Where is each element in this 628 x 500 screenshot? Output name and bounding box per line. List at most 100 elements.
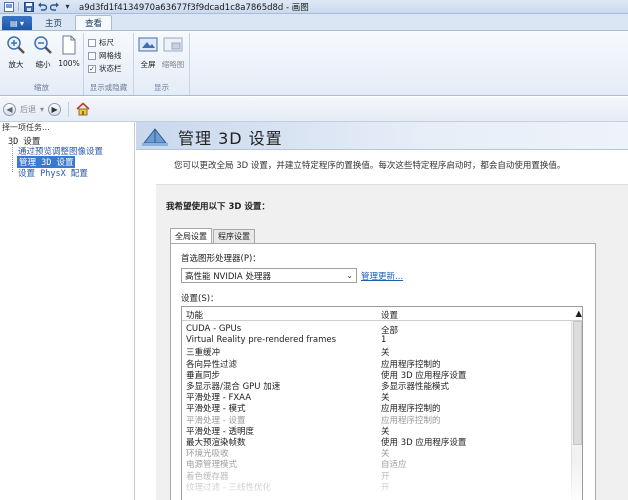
table-row[interactable]: 垂直同步 使用 3D 应用程序设置 (182, 369, 572, 381)
tab-global-settings[interactable]: 全局设置 (170, 228, 212, 243)
home-icon[interactable] (76, 102, 90, 116)
setting-cell: 应用程序控制的 (381, 359, 441, 370)
feature-cell: Virtual Reality pre-rendered frames (186, 335, 337, 346)
feature-cell: 平滑处理 - 透明度 (186, 426, 254, 437)
tab-program-settings[interactable]: 程序设置 (213, 229, 255, 243)
list-header: 功能 设置 ▲ (182, 307, 582, 321)
global-settings-page: 首选图形处理器(P)： 高性能 NVIDIA 处理器 ⌄ 管理更新... 设置(… (170, 243, 596, 500)
separator (68, 101, 70, 117)
setting-cell: 应用程序控制的 (381, 415, 441, 426)
page-icon (59, 35, 79, 55)
file-menu-button[interactable]: ▤ ▾ (2, 16, 32, 30)
settings-label: 设置(S)： (181, 294, 219, 304)
undo-icon[interactable] (36, 1, 47, 12)
ruler-checkbox-box (88, 38, 96, 47)
window-title: a9d3fd1f4134970a63677f3f9dcad1c8a7865d8d… (79, 2, 309, 13)
scrollbar-thumb[interactable] (573, 321, 582, 445)
feature-cell: 平滑处理 - FXAA (186, 393, 252, 404)
app-menu-icon[interactable] (3, 1, 14, 12)
zoom-out-icon (33, 35, 53, 55)
title-bar: ▾ a9d3fd1f4134970a63677f3f9dcad1c8a7865d… (0, 0, 628, 14)
table-row[interactable]: 平滑处理 - 设置 应用程序控制的 (182, 414, 572, 426)
task-header: 择一项任务... (2, 123, 50, 132)
settings-tabs: 全局设置 程序设置 (170, 228, 256, 243)
zoom-in-button[interactable]: 放大 (4, 35, 28, 70)
feature-cell: 平滑处理 - 模式 (186, 404, 246, 415)
customize-dropdown-icon[interactable]: ▾ (62, 1, 73, 12)
display-group: 全屏 缩略图 显示 (134, 33, 190, 95)
table-row[interactable]: CUDA - GPUs 全部 (182, 324, 572, 336)
zoom-in-label: 放大 (8, 60, 24, 69)
forward-icon[interactable]: ▶ (48, 102, 62, 116)
setting-cell: 使用 3D 应用程序设置 (381, 370, 467, 381)
feature-cell: 着色缓存器 (186, 471, 229, 482)
save-icon[interactable] (23, 1, 34, 12)
navigation-bar: ◀ 后退 ▾ ▶ (0, 97, 628, 122)
table-row[interactable]: 平滑处理 - 模式 应用程序控制的 (182, 402, 572, 415)
setting-cell: 关 (381, 426, 390, 437)
fullscreen-button[interactable]: 全屏 (136, 35, 160, 70)
table-row[interactable]: 最大预渲染帧数 使用 3D 应用程序设置 (182, 436, 572, 448)
ribbon-tab-bar: ▤ ▾ 主页 查看 (0, 14, 628, 30)
tree-connector (12, 144, 13, 172)
tab-home[interactable]: 主页 (36, 15, 71, 30)
processor-label: 首选图形处理器(P)： (181, 254, 261, 264)
thumbnail-button[interactable]: 缩略图 (161, 35, 185, 70)
page-title: 管理 3D 设置 (178, 129, 283, 148)
zoom-group: 放大 缩小 100% 缩放 (0, 33, 84, 95)
fullscreen-icon (138, 35, 158, 55)
feature-cell: 多显示器/混合 GPU 加速 (186, 382, 281, 392)
zoom-group-label: 缩放 (34, 83, 49, 92)
scroll-up-icon[interactable]: ▲ (575, 309, 582, 319)
table-row[interactable]: Virtual Reality pre-rendered frames 1 (182, 335, 572, 346)
redo-icon[interactable] (49, 1, 60, 12)
table-row[interactable]: 纹理过滤 - 三线性优化 开 (182, 481, 572, 493)
column-feature: 功能 (186, 311, 204, 321)
back-icon[interactable]: ◀ (3, 102, 16, 116)
table-row[interactable]: 多显示器/混合 GPU 加速 多显示器性能模式 (182, 380, 572, 392)
zoom-100-button[interactable]: 100% (57, 35, 81, 68)
show-hide-group: 标尺 网格线 ✓ 状态栏 显示或隐藏 (84, 33, 134, 95)
feature-cell: 垂直同步 (186, 370, 221, 381)
feature-cell: 纹理过滤 - 三线性优化 (186, 482, 271, 493)
gridlines-label: 网格线 (99, 51, 122, 60)
sidebar-item-physx[interactable]: 设置 PhysX 配置 (18, 167, 88, 179)
feature-cell: 电源管理模式 (186, 460, 238, 471)
thumbnail-icon (163, 35, 183, 55)
scrollbar[interactable] (571, 321, 582, 500)
feature-cell: 三重缓冲 (186, 348, 221, 359)
processor-select-value: 高性能 NVIDIA 处理器 (185, 271, 271, 282)
setting-cell: 应用程序控制的 (381, 404, 441, 415)
table-row[interactable]: 环境光吸收 关 (182, 447, 572, 460)
thumbnail-label: 缩略图 (161, 60, 185, 69)
table-row[interactable]: 平滑处理 - FXAA 关 (182, 391, 572, 404)
gridlines-checkbox[interactable]: 网格线 (88, 50, 122, 61)
back-dropdown-icon[interactable]: ▾ (40, 105, 44, 114)
ruler-checkbox[interactable]: 标尺 (88, 37, 114, 48)
settings-list[interactable]: 功能 设置 ▲ CUDA - GPUs 全部 Virtual Reality pre… (181, 306, 583, 500)
chevron-down-icon: ⌄ (346, 271, 353, 280)
back-label[interactable]: 后退 (20, 104, 36, 115)
feature-cell: 平滑处理 - 设置 (186, 415, 246, 426)
main-content: 管理 3D 设置 您可以更改全局 3D 设置，并建立特定程序的置换值。每次这些特… (136, 122, 628, 500)
table-row[interactable]: 各向异性过滤 应用程序控制的 (182, 358, 572, 370)
table-row[interactable]: 平滑处理 - 透明度 关 (182, 425, 572, 437)
zoom-out-button[interactable]: 缩小 (31, 35, 55, 70)
tab-view[interactable]: 查看 (75, 15, 113, 30)
table-row[interactable]: 电源管理模式 自适应 (182, 458, 572, 471)
statusbar-checkbox-box: ✓ (88, 64, 96, 73)
setting-cell: 多显示器性能模式 (381, 382, 450, 392)
restore-link[interactable]: 管理更新... (361, 270, 403, 282)
task-panel: 择一项任务... 3D 设置 通过预览调整图像设置 管理 3D 设置 设置 Ph… (0, 122, 135, 500)
ribbon: 放大 缩小 100% 缩放 标尺 网格线 ✓ 状态栏 显示或隐藏 全屏 缩略图 … (0, 30, 628, 96)
table-row[interactable]: 着色缓存器 开 (182, 470, 572, 482)
setting-cell: 自适应 (381, 460, 407, 471)
processor-select[interactable]: 高性能 NVIDIA 处理器 ⌄ (181, 268, 357, 283)
show-hide-group-label: 显示或隐藏 (89, 83, 128, 92)
feature-cell: 最大预渲染帧数 (186, 438, 246, 448)
settings-heading: 我希望使用以下 3D 设置： (166, 202, 270, 212)
fullscreen-label: 全屏 (140, 60, 156, 69)
setting-cell: 关 (381, 449, 390, 460)
statusbar-checkbox[interactable]: ✓ 状态栏 (88, 63, 122, 74)
table-row[interactable]: 三重缓冲 关 (182, 346, 572, 359)
